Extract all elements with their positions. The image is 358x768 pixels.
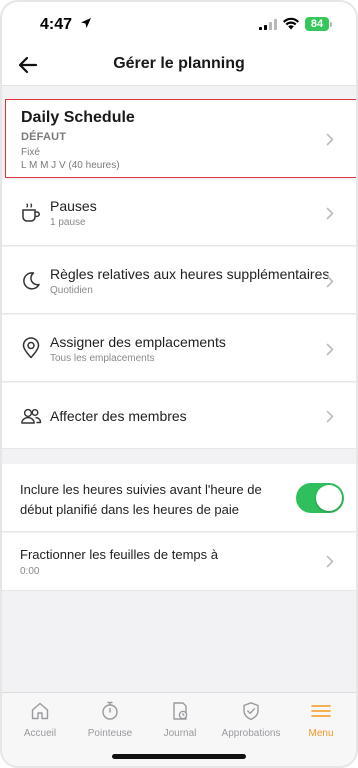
location-arrow-icon (81, 18, 91, 28)
tab-label: Pointeuse (87, 728, 133, 739)
battery-indicator: 84 (305, 17, 329, 31)
schedule-name: Daily Schedule (21, 109, 135, 126)
tab-menu[interactable]: Menu (285, 693, 356, 749)
row-subtitle: 1 pause (50, 217, 86, 228)
tab-label: Approbations (221, 728, 281, 739)
toggle-knob (316, 485, 342, 511)
chevron-right-icon (326, 275, 334, 288)
row-title: Pauses (50, 198, 97, 214)
include-hours-toggle[interactable] (296, 483, 344, 513)
nav-header: Gérer le planning (2, 44, 356, 86)
cellular-signal-icon (259, 19, 277, 30)
timesheet-icon (173, 702, 188, 720)
battery-tip (330, 22, 332, 27)
stopwatch-icon (102, 701, 118, 720)
coffee-cup-icon (22, 203, 40, 222)
app-frame: 4:47 84 Gérer le planning Daily Schedule… (0, 0, 358, 768)
row-title: Fractionner les feuilles de temps à (20, 547, 218, 562)
row-assign-locations[interactable]: Assigner des emplacements Tous les empla… (2, 315, 356, 382)
tab-label: Menu (308, 728, 334, 739)
tab-accueil[interactable]: Accueil (4, 693, 76, 749)
wifi-icon (283, 17, 299, 30)
schedule-card[interactable]: Daily Schedule DÉFAUT Fixé L M M J V (40… (5, 99, 356, 178)
row-assign-members[interactable]: Affecter des membres (2, 383, 356, 449)
page-title: Gérer le planning (113, 55, 245, 72)
row-subtitle: Tous les emplacements (50, 353, 155, 364)
tab-pointeuse[interactable]: Pointeuse (74, 693, 146, 749)
hamburger-menu-icon (311, 705, 331, 717)
chevron-right-icon (326, 555, 334, 568)
row-value: 0:00 (20, 566, 40, 577)
location-pin-icon (22, 337, 40, 359)
tab-journal[interactable]: Journal (144, 693, 216, 749)
home-indicator (112, 754, 246, 759)
tab-label: Accueil (23, 728, 57, 739)
schedule-default-tag: DÉFAUT (21, 131, 67, 143)
schedule-type: Fixé (21, 147, 40, 158)
chevron-right-icon (326, 410, 334, 423)
row-title: Assigner des emplacements (50, 334, 226, 350)
include-hours-label: Inclure les heures suivies avant l'heure… (20, 482, 262, 517)
row-subtitle: Quotidien (50, 285, 93, 296)
status-bar: 4:47 84 (2, 2, 356, 44)
row-overtime-rules[interactable]: Règles relatives aux heures supplémentai… (2, 247, 356, 314)
chevron-right-icon (326, 133, 334, 146)
moon-icon (23, 272, 40, 290)
tab-label: Journal (163, 728, 197, 739)
schedule-days: L M M J V (40 heures) (21, 160, 120, 171)
row-pauses[interactable]: Pauses 1 pause (2, 180, 356, 246)
shield-check-icon (243, 702, 259, 721)
people-icon (21, 408, 42, 424)
chevron-right-icon (326, 343, 334, 356)
status-time: 4:47 (40, 16, 73, 33)
chevron-right-icon (326, 207, 334, 220)
tab-approbations[interactable]: Approbations (215, 693, 287, 749)
row-split-timesheets[interactable]: Fractionner les feuilles de temps à 0:00 (2, 533, 356, 591)
row-title: Affecter des membres (50, 408, 187, 424)
home-icon (31, 702, 49, 720)
row-title: Règles relatives aux heures supplémentai… (50, 266, 330, 282)
